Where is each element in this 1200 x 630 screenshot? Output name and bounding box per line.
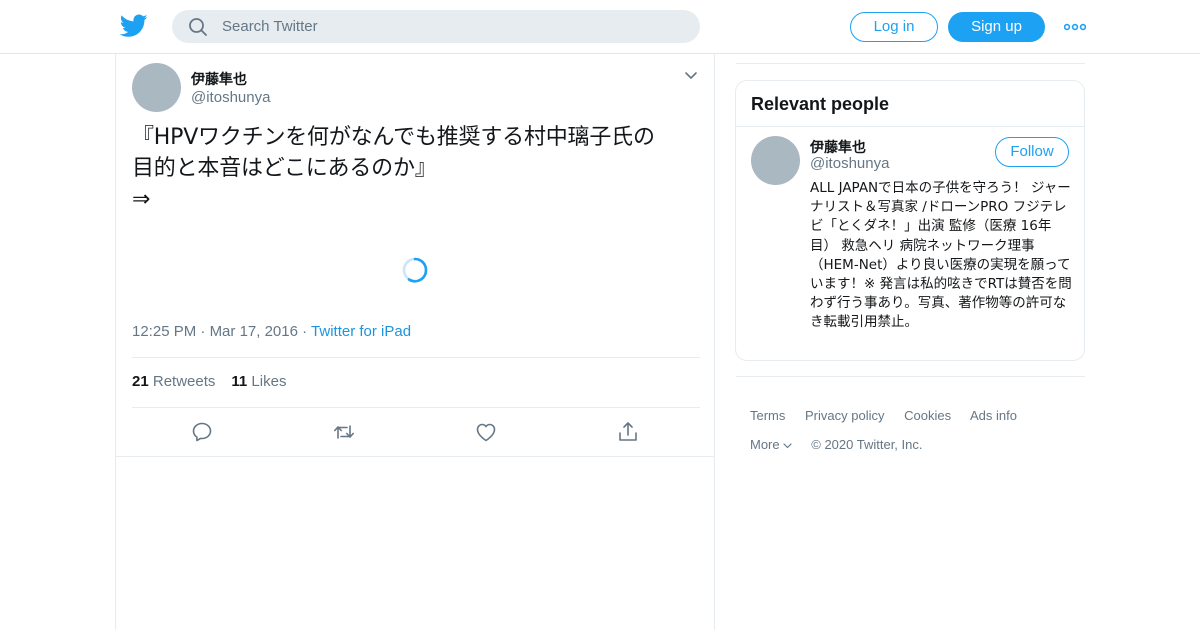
tweet-source-link[interactable]: Twitter for iPad [311, 323, 411, 340]
tweet-text-line: 『HPVワクチンを何がなんでも推奨する村中璃子氏の [132, 125, 655, 150]
tweet-time[interactable]: 12:25 PM [132, 323, 196, 340]
likes-stat[interactable]: 11 Likes [231, 373, 286, 390]
divider [736, 376, 1085, 377]
share-icon[interactable] [616, 420, 640, 444]
author-avatar[interactable] [132, 63, 181, 112]
divider [116, 456, 714, 457]
relevant-people-card: Relevant people 伊藤隼也 @itoshunya Follow A… [735, 80, 1085, 361]
footer-copyright: © 2020 Twitter, Inc. [811, 437, 923, 452]
author-name[interactable]: 伊藤隼也 [191, 69, 247, 89]
follow-button[interactable]: Follow [995, 137, 1069, 167]
person-name[interactable]: 伊藤隼也 [810, 137, 866, 157]
tweet-text-line: 目的と本音はどこにあるのか』 [132, 156, 437, 181]
divider [736, 63, 1085, 64]
person-handle[interactable]: @itoshunya [810, 155, 889, 172]
footer-cookies-link[interactable]: Cookies [904, 408, 951, 423]
divider [736, 126, 1084, 127]
meta-separator: · [302, 323, 312, 340]
relevant-people-title: Relevant people [751, 94, 890, 114]
loading-spinner-icon [402, 257, 428, 283]
tweet-text: 『HPVワクチンを何がなんでも推奨する村中璃子氏の 目的と本音はどこにあるのか』… [132, 122, 702, 215]
likes-label: Likes [251, 373, 287, 390]
search-input[interactable] [222, 18, 662, 35]
person-avatar[interactable] [751, 136, 800, 185]
retweets-count: 21 [132, 373, 149, 390]
footer-more-menu[interactable]: More [750, 437, 792, 452]
twitter-bird-icon[interactable] [120, 13, 148, 39]
footer-privacy-link[interactable]: Privacy policy [805, 408, 884, 423]
chevron-down-icon[interactable] [684, 71, 698, 81]
likes-count: 11 [231, 373, 248, 390]
divider [132, 357, 700, 358]
retweet-icon[interactable] [332, 420, 356, 444]
top-bar: Log in Sign up [0, 0, 1200, 54]
like-heart-icon[interactable] [474, 420, 498, 444]
person-bio: ALL JAPANで日本の子供を守ろう！ ジャーナリスト＆写真家 /ドローンPR… [810, 180, 1072, 331]
author-handle[interactable]: @itoshunya [191, 89, 270, 106]
tweet-date[interactable]: Mar 17, 2016 [210, 323, 298, 340]
tweet-stats: 21 Retweets 11 Likes [132, 373, 286, 390]
more-options-icon[interactable] [1064, 22, 1086, 32]
footer-more-label: More [750, 437, 780, 452]
divider [132, 407, 700, 408]
tweet-meta: 12:25 PM · Mar 17, 2016 · Twitter for iP… [132, 323, 411, 340]
tweet-text-line: ⇒ [132, 187, 151, 212]
chevron-down-icon [783, 442, 792, 448]
meta-separator: · [200, 323, 210, 340]
tweet-column: 伊藤隼也 @itoshunya 『HPVワクチンを何がなんでも推奨する村中璃子氏… [115, 54, 715, 630]
footer: Terms Privacy policy Cookies Ads info Mo… [750, 408, 1090, 466]
retweets-stat[interactable]: 21 Retweets [132, 373, 215, 390]
signup-button[interactable]: Sign up [948, 12, 1045, 42]
retweets-label: Retweets [152, 373, 216, 390]
search-icon [189, 17, 207, 36]
reply-icon[interactable] [190, 420, 214, 444]
login-button[interactable]: Log in [850, 12, 938, 42]
search-bar[interactable] [172, 10, 700, 43]
tweet-actions [116, 420, 714, 448]
footer-terms-link[interactable]: Terms [750, 408, 785, 423]
footer-ads-info-link[interactable]: Ads info [970, 408, 1017, 423]
